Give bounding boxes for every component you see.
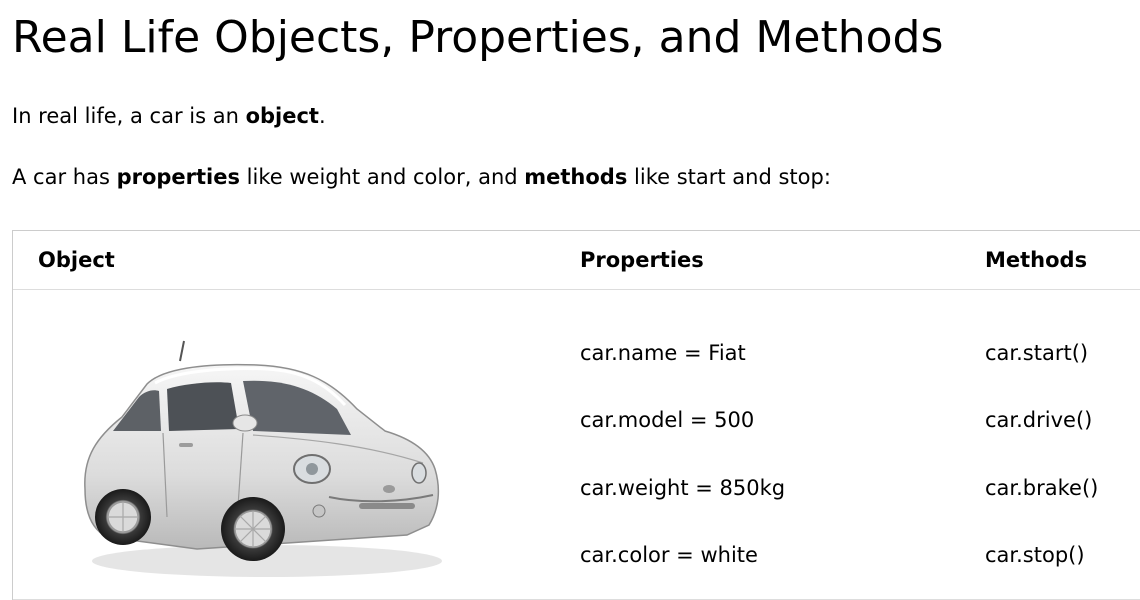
method-drive: car.drive() — [985, 408, 1093, 432]
method-brake: car.brake() — [985, 476, 1099, 500]
property-name: car.name = Fiat — [580, 341, 746, 365]
intro-text: like weight and color, and — [240, 165, 525, 189]
property-color: car.color = white — [580, 543, 758, 567]
object-table: Object Properties Methods car.name = Fia… — [12, 230, 1140, 600]
header-object: Object — [38, 248, 115, 272]
properties-term: properties — [116, 165, 240, 189]
header-methods: Methods — [985, 248, 1088, 272]
intro-text: . — [318, 104, 326, 128]
method-start: car.start() — [985, 341, 1089, 365]
car-image — [84, 340, 442, 577]
method-stop: car.stop() — [985, 543, 1085, 567]
page-title: Real Life Objects, Properties, and Metho… — [12, 12, 944, 63]
header-properties: Properties — [580, 248, 704, 272]
intro-paragraph-object: In real life, a car is an object. — [12, 101, 326, 131]
property-weight: car.weight = 850kg — [580, 476, 786, 500]
intro-text: A car has — [12, 165, 117, 189]
table-header-row: Object Properties Methods — [13, 231, 1140, 290]
intro-text: In real life, a car is an — [12, 104, 246, 128]
methods-term: methods — [524, 165, 628, 189]
intro-paragraph-properties-methods: A car has properties like weight and col… — [12, 162, 831, 192]
intro-text: like start and stop: — [627, 165, 831, 189]
property-model: car.model = 500 — [580, 408, 755, 432]
object-term: object — [245, 104, 319, 128]
